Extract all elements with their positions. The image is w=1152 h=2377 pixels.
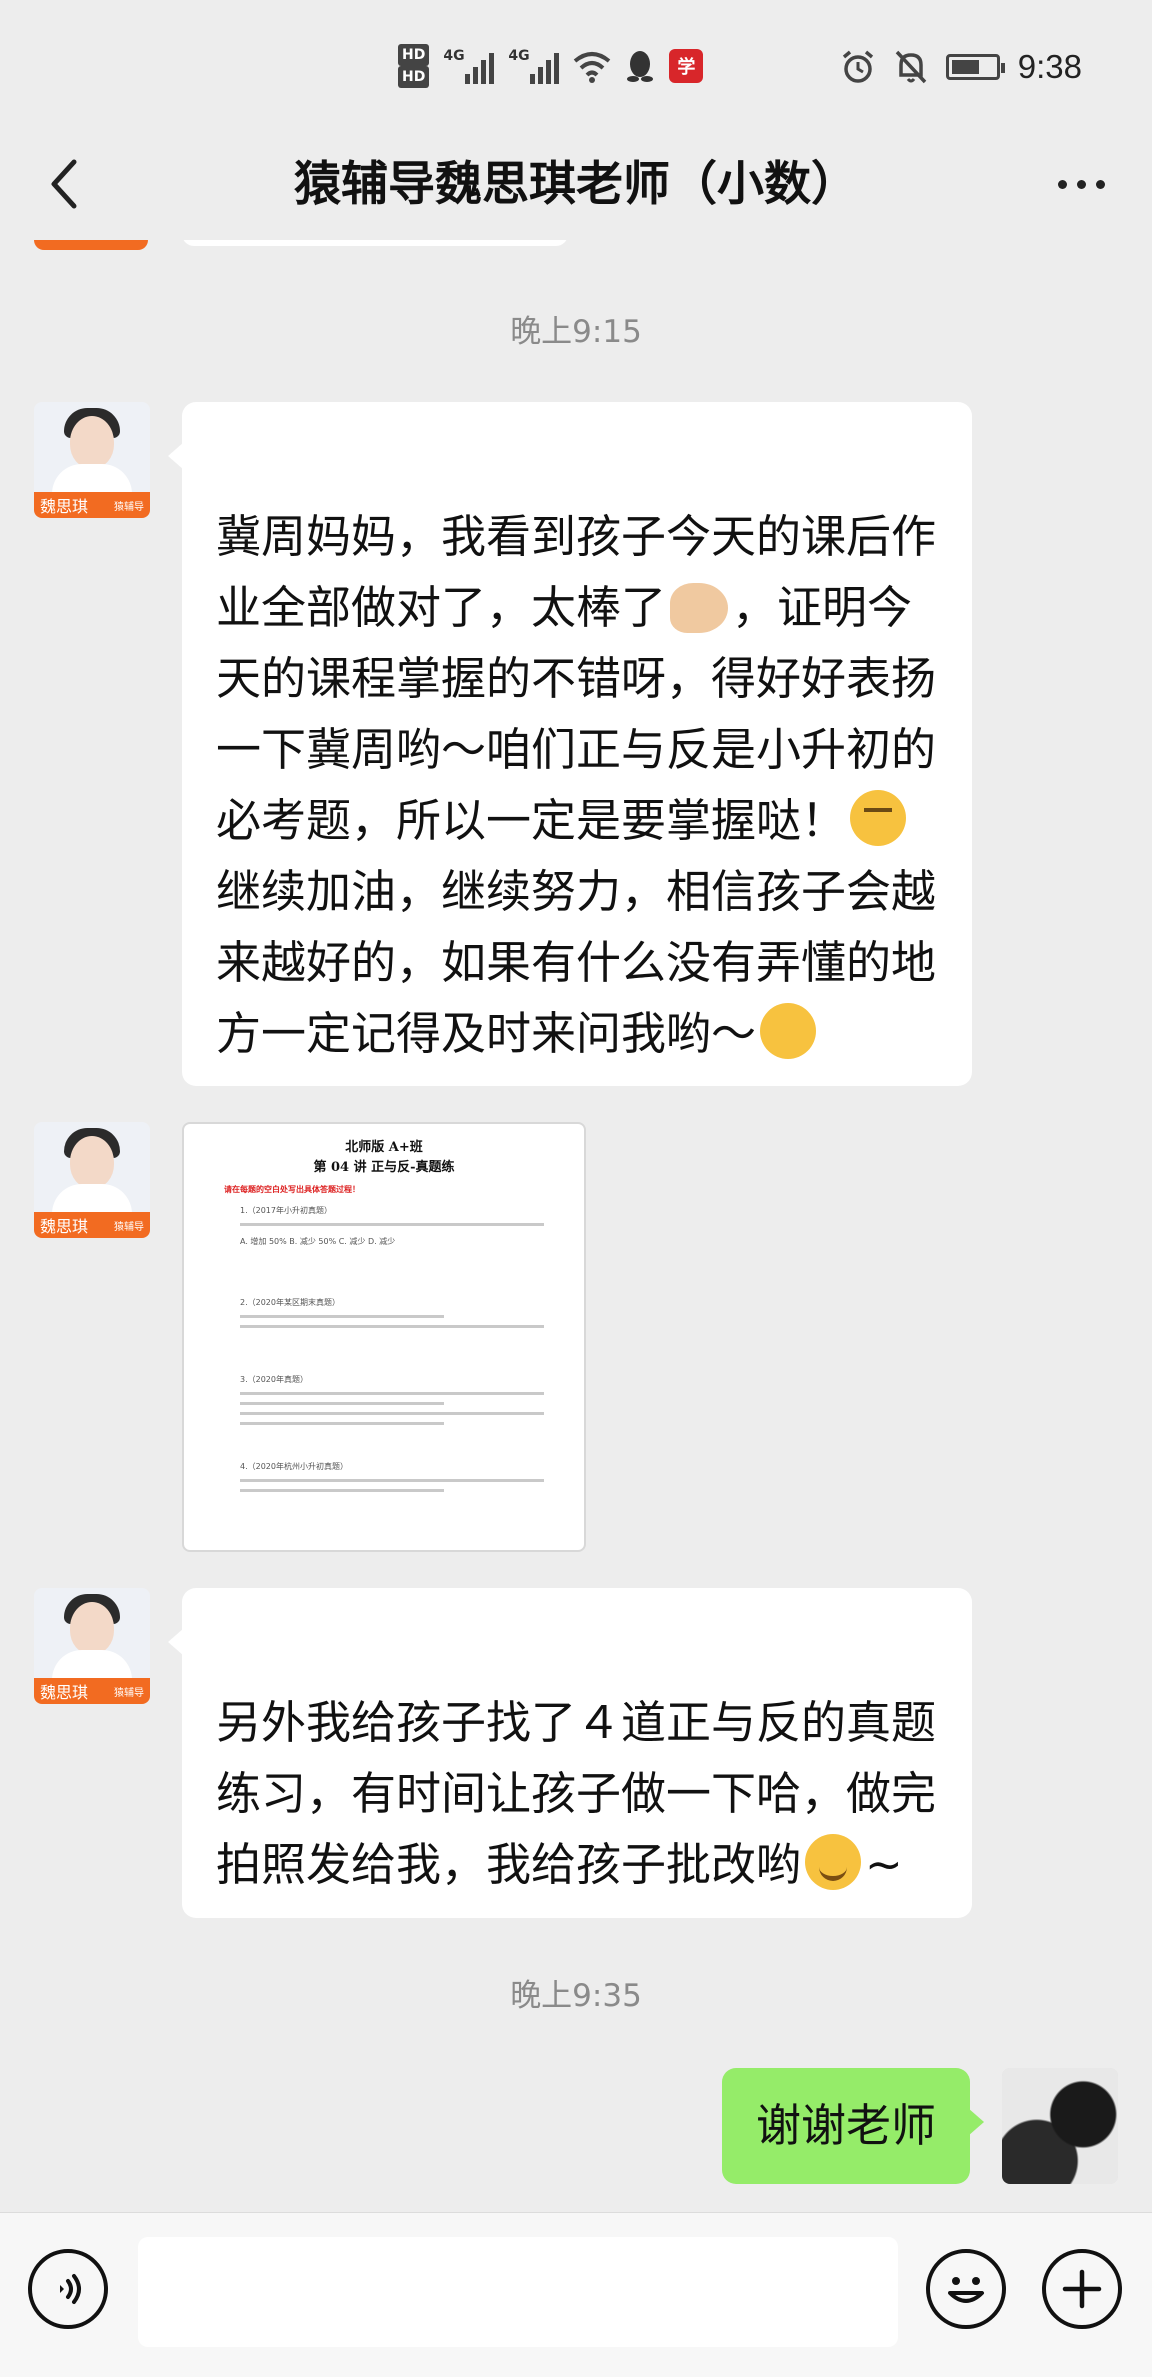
doc-instruction: 请在每题的空白处写出具体答题过程！ bbox=[224, 1185, 360, 1194]
status-time: 9:38 bbox=[1017, 48, 1082, 85]
doc-title-2: 第 04 讲 正与反-真题练 bbox=[313, 1160, 455, 1175]
avatar-badge: 猿辅导 bbox=[114, 1687, 144, 1699]
my-avatar[interactable] bbox=[1002, 2068, 1118, 2184]
hd2-label: HD bbox=[398, 66, 430, 88]
doc-line bbox=[240, 1489, 444, 1492]
avatar-name: 魏思琪 bbox=[40, 1683, 89, 1702]
status-right: 9:38 bbox=[840, 40, 1082, 94]
more-dot bbox=[1057, 179, 1067, 189]
message-input[interactable] bbox=[138, 2237, 898, 2347]
mute-bell-icon bbox=[895, 50, 927, 84]
doc-line bbox=[240, 1392, 544, 1395]
message-text: ~ bbox=[865, 1838, 903, 1891]
my-message-bubble[interactable]: 谢谢老师 bbox=[721, 2068, 985, 2184]
doc-question: 1.（2017年小升初真题） bbox=[240, 1206, 332, 1215]
plus-icon bbox=[1062, 2269, 1102, 2309]
doc-question: 2.（2020年某区期末真题） bbox=[240, 1298, 340, 1307]
back-button[interactable] bbox=[32, 152, 96, 216]
doc-line bbox=[240, 1402, 444, 1405]
avatar-name: 魏思琪 bbox=[40, 497, 89, 516]
image-message[interactable]: 北师版 A+班 第 04 讲 正与反-真题练 请在每题的空白处写出具体答题过程！… bbox=[182, 1122, 586, 1552]
voice-icon bbox=[60, 2274, 81, 2304]
more-dot bbox=[1095, 179, 1105, 189]
chevron-left-icon bbox=[51, 159, 77, 209]
doc-options: A. 增加 50% B. 减少 50% C. 减少 D. 减少 bbox=[240, 1237, 396, 1246]
input-bar bbox=[0, 2212, 1152, 2377]
status-left: HD HD 4G 4G 学 bbox=[398, 36, 704, 96]
partial-avatar bbox=[34, 240, 148, 250]
monocle-face-emoji-icon bbox=[760, 1003, 817, 1059]
more-button[interactable] bbox=[1046, 152, 1116, 216]
plus-button[interactable] bbox=[1042, 2249, 1122, 2329]
doc-question: 4.（2020年杭州小升初真题） bbox=[240, 1462, 348, 1471]
timestamp: 晚上9:15 bbox=[510, 314, 642, 350]
signal-icon-2: 4G bbox=[508, 48, 560, 84]
hd1-label: HD bbox=[398, 44, 430, 66]
avatar-name: 魏思琪 bbox=[40, 1217, 89, 1236]
teacher-avatar[interactable]: 魏思琪 猿辅导 bbox=[34, 1588, 150, 1704]
doc-line bbox=[240, 1315, 444, 1318]
voice-button[interactable] bbox=[28, 2249, 108, 2329]
doc-line bbox=[240, 1223, 544, 1226]
doc-line bbox=[240, 1479, 544, 1482]
emoji-button[interactable] bbox=[926, 2249, 1006, 2329]
doc-question: 3.（2020年真题） bbox=[240, 1375, 308, 1384]
message-bubble[interactable]: 冀周妈妈，我看到孩子今天的课后作业全部做对了，太棒了 ，证明今天的课程掌握的不错呀… bbox=[168, 402, 972, 1086]
teacher-avatar[interactable]: 魏思琪 猿辅导 bbox=[34, 1122, 150, 1238]
doc-line bbox=[240, 1412, 544, 1415]
status-bar: HD HD 4G 4G 学 9:38 bbox=[0, 0, 1152, 130]
message-bubble[interactable]: 另外我给孩子找了４道正与反的真题练习，有时间让孩子做一下哈，做完拍照发给我，我给… bbox=[168, 1588, 972, 1918]
doc-title-1: 北师版 A+班 bbox=[345, 1140, 423, 1155]
emoji-icon bbox=[948, 2277, 984, 2303]
network-label-2: 4G bbox=[508, 48, 530, 64]
smiling-face-emoji-icon bbox=[805, 1834, 862, 1890]
flexed-biceps-emoji-icon bbox=[670, 583, 729, 633]
signal-icon-1: 4G bbox=[443, 48, 495, 84]
partial-message bbox=[182, 240, 568, 246]
avatar-badge: 猿辅导 bbox=[114, 501, 144, 513]
chat-header: 猿辅导魏思琪老师（小数） bbox=[0, 130, 1152, 240]
message-list[interactable]: 晚上9:15 魏思琪 猿辅导 冀周妈妈，我看到孩子今天的课后作业全部做对了，太棒了… bbox=[0, 240, 1152, 2212]
teacher-avatar[interactable]: 魏思琪 猿辅导 bbox=[34, 402, 150, 518]
my-message-text: 谢谢老师 bbox=[755, 2099, 936, 2152]
wifi-icon bbox=[574, 52, 611, 83]
network-label-1: 4G bbox=[443, 48, 465, 64]
more-dot bbox=[1076, 179, 1086, 189]
app-notification-icon: 学 bbox=[669, 49, 704, 83]
qq-icon bbox=[627, 51, 654, 82]
avatar-badge: 猿辅导 bbox=[114, 1221, 144, 1233]
chat-title: 猿辅导魏思琪老师（小数） bbox=[294, 157, 858, 212]
thinking-face-emoji-icon bbox=[850, 790, 907, 846]
timestamp: 晚上9:35 bbox=[510, 1978, 642, 2014]
battery-icon bbox=[945, 54, 1005, 80]
message-text: 继续加油，继续努力，相信孩子会越来越好的，如果有什么没有弄懂的地方一定记得及时来… bbox=[216, 865, 937, 1060]
alarm-icon bbox=[842, 50, 873, 83]
hd-indicator: HD HD bbox=[398, 44, 430, 88]
